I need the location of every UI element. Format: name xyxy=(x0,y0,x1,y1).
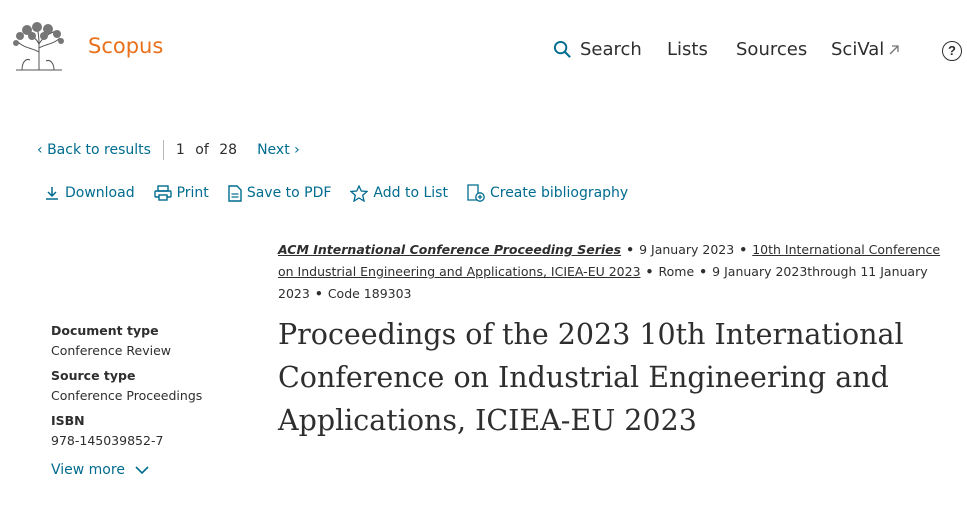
nav-lists[interactable]: Lists xyxy=(667,39,708,60)
document-actions: Download Print Save to PDF Add to List C… xyxy=(44,184,647,202)
bullet: • xyxy=(739,242,748,257)
document-type-value: Conference Review xyxy=(51,343,172,358)
print-label: Print xyxy=(176,185,209,201)
total-results: 28 xyxy=(219,142,238,158)
next-link[interactable]: Next › xyxy=(257,142,300,158)
chevron-left-icon: ‹ xyxy=(37,142,43,158)
chevron-right-icon: › xyxy=(294,142,300,158)
nav-lists-label: Lists xyxy=(667,39,708,60)
external-link-icon xyxy=(889,44,899,54)
bibliography-icon xyxy=(467,184,485,202)
current-result: 1 xyxy=(175,142,185,158)
document-title: Proceedings of the 2023 10th Internation… xyxy=(278,318,904,437)
nav-sources-label: Sources xyxy=(736,39,808,60)
bullet: • xyxy=(645,264,654,279)
source-type-value: Conference Proceedings xyxy=(51,388,203,403)
bullet: • xyxy=(314,286,323,301)
scopus-brand[interactable]: Scopus xyxy=(88,34,163,58)
elsevier-logo[interactable] xyxy=(10,22,68,74)
pdf-icon xyxy=(228,184,242,202)
print-icon xyxy=(153,185,172,201)
search-icon xyxy=(553,40,571,58)
print-button[interactable]: Print xyxy=(153,185,209,201)
view-more-label: View more xyxy=(51,462,125,478)
series-link[interactable]: ACM International Conference Proceeding … xyxy=(278,242,621,257)
source-information: ACM International Conference Proceeding … xyxy=(278,239,958,305)
results-navigation: ‹ Back to results 1 of 28 Next › xyxy=(37,140,300,160)
nav-sources[interactable]: Sources xyxy=(736,39,807,60)
nav-search[interactable]: Search xyxy=(553,39,642,60)
back-to-results-label: Back to results xyxy=(47,142,151,158)
bullet: • xyxy=(699,264,708,279)
star-icon xyxy=(350,184,369,202)
chevron-down-icon xyxy=(135,465,149,474)
create-bibliography-label: Create bibliography xyxy=(489,185,629,201)
publication-date: 9 January 2023 xyxy=(639,242,735,257)
nav-search-label: Search xyxy=(580,39,642,60)
bullet: • xyxy=(626,242,635,257)
download-label: Download xyxy=(65,185,135,201)
create-bibliography-button[interactable]: Create bibliography xyxy=(467,184,628,202)
isbn-label: ISBN xyxy=(51,413,85,428)
add-to-list-button[interactable]: Add to List xyxy=(350,184,448,202)
document-metadata: Document type Conference Review Source t… xyxy=(51,323,251,478)
view-more-button[interactable]: View more xyxy=(51,462,251,478)
next-label: Next xyxy=(257,142,290,158)
isbn-value: 978-145039852-7 xyxy=(51,433,164,448)
download-button[interactable]: Download xyxy=(44,185,135,201)
nav-scival-label: SciVal xyxy=(831,39,885,60)
add-to-list-label: Add to List xyxy=(373,185,448,201)
document-type-label: Document type xyxy=(51,323,159,338)
of-label: of xyxy=(195,142,209,158)
download-icon xyxy=(46,187,58,200)
back-to-results-link[interactable]: ‹ Back to results xyxy=(37,142,151,158)
result-pager: 1 of 28 xyxy=(176,142,243,158)
conference-code: Code 189303 xyxy=(327,286,412,301)
nav-scival[interactable]: SciVal xyxy=(831,39,908,60)
conference-location: Rome xyxy=(658,264,695,279)
help-icon[interactable]: ? xyxy=(942,41,962,61)
source-type-label: Source type xyxy=(51,368,136,383)
save-to-pdf-button[interactable]: Save to PDF xyxy=(228,184,332,202)
save-to-pdf-label: Save to PDF xyxy=(246,185,332,201)
divider xyxy=(162,140,164,160)
